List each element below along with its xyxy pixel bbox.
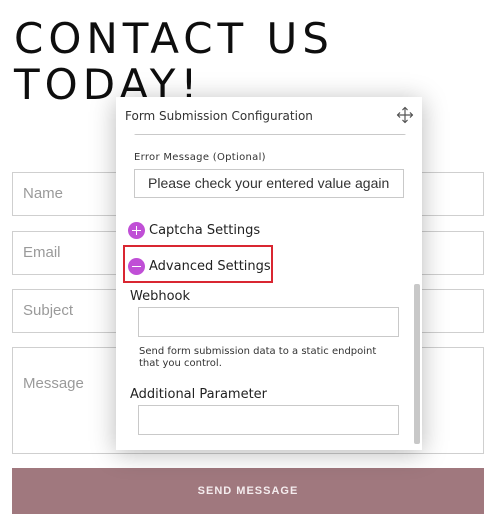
captcha-settings-label: Captcha Settings — [149, 222, 261, 238]
move-arrows-icon[interactable] — [396, 106, 414, 124]
advanced-settings-label: Advanced Settings — [149, 258, 271, 274]
send-message-button[interactable]: SEND MESSAGE — [12, 468, 484, 514]
webhook-input[interactable] — [138, 307, 399, 337]
heading-line-1: CONTACT US — [14, 14, 334, 63]
panel-body: Error Message (Optional) Please check yo… — [116, 97, 422, 450]
additional-parameter-input[interactable] — [138, 405, 399, 435]
captcha-settings-toggle[interactable]: Captcha Settings — [128, 220, 260, 240]
panel-scrollbar-thumb[interactable] — [414, 284, 420, 444]
form-submission-config-panel: Error Message (Optional) Please check yo… — [116, 97, 422, 450]
panel-title: Form Submission Configuration — [125, 109, 313, 123]
webhook-label: Webhook — [130, 289, 191, 304]
advanced-settings-toggle[interactable]: Advanced Settings — [128, 256, 271, 276]
minus-circle-icon — [128, 257, 145, 275]
additional-parameter-label: Additional Parameter — [130, 387, 268, 402]
error-message-input[interactable]: Please check your entered value again — [134, 169, 404, 198]
webhook-help-text: Send form submission data to a static en… — [139, 346, 377, 369]
plus-circle-icon — [128, 221, 145, 239]
error-message-label: Error Message (Optional) — [134, 152, 266, 163]
page-heading: CONTACT US TODAY! — [14, 16, 334, 108]
panel-header[interactable]: Form Submission Configuration — [116, 97, 422, 134]
